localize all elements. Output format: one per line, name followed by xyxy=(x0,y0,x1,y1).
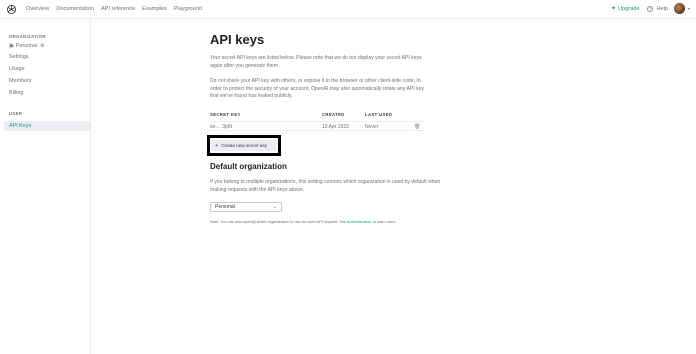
create-button-label: Create new secret key xyxy=(221,143,267,148)
secret-key-value: sk-... 3p0t xyxy=(210,124,232,130)
sidebar-item-usage[interactable]: Usage xyxy=(9,66,25,73)
nav-documentation[interactable]: Documentation xyxy=(56,5,94,13)
help-label: Help xyxy=(656,5,668,12)
create-new-secret-key-button[interactable]: + Create new secret key xyxy=(211,140,277,151)
sidebar-item-personal[interactable]: ▣ Personal ⚙ xyxy=(9,43,45,50)
gear-icon[interactable]: ⚙ xyxy=(40,43,44,50)
upgrade-button[interactable]: ✦ Upgrade xyxy=(610,5,640,13)
openai-logo-icon[interactable] xyxy=(6,4,17,15)
warning-text: Do not share your API key with others, o… xyxy=(210,78,425,100)
sidebar-item-billing[interactable]: Billing xyxy=(9,90,23,97)
column-header-last-used: LAST USED xyxy=(365,112,393,117)
plus-icon: + xyxy=(215,142,219,149)
sidebar-heading-organization: ORGANIZATION xyxy=(9,34,46,39)
main-nav: Overview Documentation API reference Exa… xyxy=(26,5,209,13)
page-title: API keys xyxy=(210,32,265,47)
default-organization-description: If you belong to multiple organizations,… xyxy=(210,179,441,193)
default-organization-heading: Default organization xyxy=(210,162,287,171)
help-button[interactable]: ? Help xyxy=(647,5,668,12)
chevron-down-icon[interactable]: ▾ xyxy=(688,6,690,11)
table-header: SECRET KEY CREATED LAST USED xyxy=(210,112,425,120)
account-nav: ✦ Upgrade ? Help ▾ xyxy=(611,3,690,14)
organization-select[interactable]: Personal ⌄ xyxy=(210,202,282,212)
top-navbar: Overview Documentation API reference Exa… xyxy=(0,0,696,19)
chevron-down-icon: ⌄ xyxy=(272,204,277,210)
sidebar-item-label: API Keys xyxy=(9,122,32,129)
sidebar-item-api-keys[interactable]: API Keys xyxy=(4,121,90,131)
avatar[interactable] xyxy=(673,3,685,14)
sidebar-item-label: Personal xyxy=(15,43,38,49)
help-icon: ? xyxy=(647,5,654,12)
created-value: 13 Apr 2023 xyxy=(322,124,349,130)
note-text: Note: You can also specify which organiz… xyxy=(210,219,347,224)
nav-overview[interactable]: Overview xyxy=(26,5,49,13)
trash-icon[interactable]: 🗑 xyxy=(414,124,420,130)
note-suffix: to learn more. xyxy=(371,219,397,224)
table-row: sk-... 3p0t 13 Apr 2023 Never 🗑 xyxy=(210,121,425,131)
building-icon: ▣ xyxy=(9,43,14,49)
upgrade-label: Upgrade xyxy=(618,5,640,12)
nav-api-reference[interactable]: API reference xyxy=(101,5,135,13)
sparkle-icon: ✦ xyxy=(610,6,616,12)
intro-text: Your secret API keys are listed below. P… xyxy=(210,55,422,69)
organization-select-value: Personal xyxy=(215,204,235,210)
authentication-link[interactable]: Authentication xyxy=(347,219,372,224)
sidebar: ORGANIZATION ▣ Personal ⚙ Settings Usage… xyxy=(0,20,91,354)
column-header-created: CREATED xyxy=(322,112,345,117)
sidebar-item-settings[interactable]: Settings xyxy=(9,54,28,61)
nav-playground[interactable]: Playground xyxy=(174,5,202,13)
sidebar-heading-user: USER xyxy=(9,111,23,116)
authentication-note: Note: You can also specify which organiz… xyxy=(210,219,397,224)
last-used-value: Never xyxy=(365,124,379,130)
sidebar-item-members[interactable]: Members xyxy=(9,78,31,85)
column-header-secret-key: SECRET KEY xyxy=(210,112,241,117)
nav-examples[interactable]: Examples xyxy=(142,5,167,13)
